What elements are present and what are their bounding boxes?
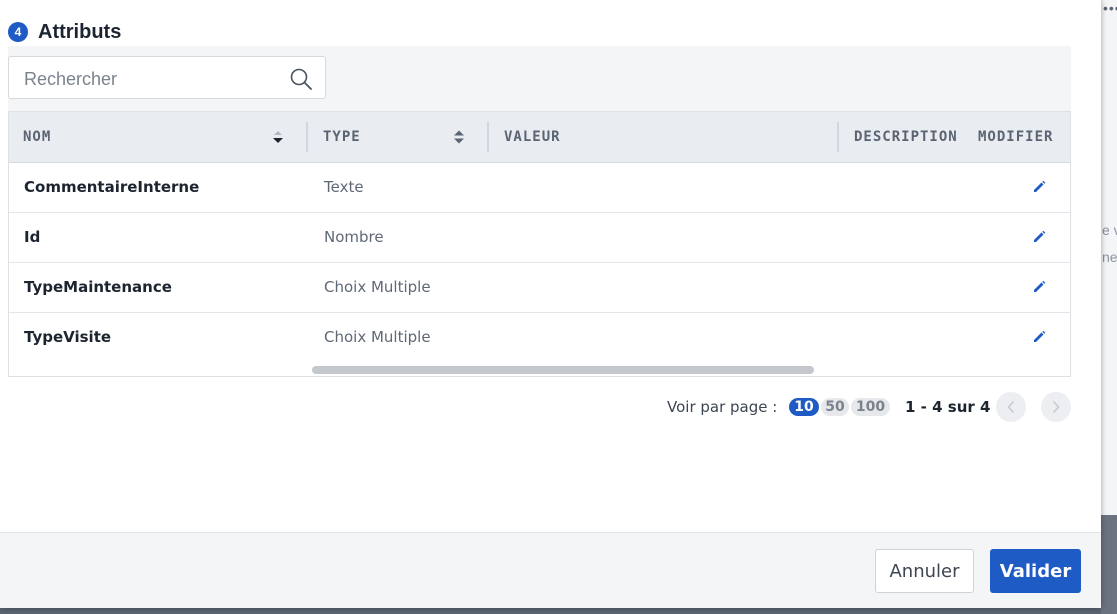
- column-separator: [487, 122, 489, 152]
- column-header-edit: MODIFIER: [978, 129, 1054, 145]
- per-page-options: 10 50 100: [789, 393, 890, 421]
- table-row: CommentaireInterne Texte: [9, 162, 1070, 213]
- column-header-name[interactable]: NOM: [23, 112, 51, 162]
- background-text-fragment: e v: [1102, 222, 1117, 238]
- pencil-icon[interactable]: [1031, 179, 1047, 195]
- column-separator: [306, 122, 308, 152]
- attribute-type: Nombre: [324, 228, 384, 246]
- cancel-button[interactable]: Annuler: [875, 549, 974, 593]
- page-range-text: 1 - 4 sur 4: [905, 398, 991, 416]
- validate-button[interactable]: Valider: [990, 549, 1081, 593]
- attribute-name: Id: [24, 228, 41, 246]
- search-input[interactable]: [22, 65, 281, 93]
- per-page-selector: Voir par page :: [667, 393, 777, 421]
- step-number-badge: 4: [8, 22, 28, 42]
- per-page-option-100[interactable]: 100: [851, 398, 890, 416]
- background-overlay: [1101, 0, 1117, 614]
- search-box: [8, 56, 326, 99]
- table-row: Id Nombre: [9, 212, 1070, 263]
- page-range: 1 - 4 sur 4: [905, 393, 990, 421]
- attribute-type: Choix Multiple: [324, 328, 431, 346]
- background-text-fragment: ne: [1102, 249, 1117, 265]
- section-header: 4 Attributs: [8, 18, 121, 46]
- next-page-button[interactable]: [1041, 392, 1071, 422]
- sort-descending-icon[interactable]: [272, 128, 284, 146]
- attributes-modal: 4 Attributs NOM TYPE VALEUR DESC: [0, 0, 1101, 608]
- attributes-table: NOM TYPE VALEUR DESCRIPTION MODIFIER Com…: [8, 111, 1071, 377]
- modal-footer: Annuler Valider: [0, 532, 1101, 608]
- chevron-left-icon: [1007, 400, 1015, 414]
- sort-icon[interactable]: [453, 128, 465, 146]
- search-icon[interactable]: [289, 67, 313, 91]
- pencil-icon[interactable]: [1031, 329, 1047, 345]
- column-header-value[interactable]: VALEUR: [504, 112, 561, 162]
- per-page-option-10[interactable]: 10: [789, 398, 819, 416]
- attribute-name: CommentaireInterne: [24, 178, 200, 196]
- pencil-icon[interactable]: [1031, 229, 1047, 245]
- table-row: TypeVisite Choix Multiple: [9, 312, 1070, 362]
- section-title: Attributs: [38, 20, 122, 43]
- table-row: TypeMaintenance Choix Multiple: [9, 262, 1070, 313]
- attribute-type: Choix Multiple: [324, 278, 431, 296]
- column-separator: [837, 122, 839, 152]
- horizontal-scrollbar[interactable]: [312, 366, 814, 374]
- per-page-option-50[interactable]: 50: [821, 398, 849, 416]
- background-dots: ••••: [1103, 0, 1117, 16]
- attribute-type: Texte: [324, 178, 364, 196]
- attribute-name: TypeVisite: [24, 328, 112, 346]
- pencil-icon[interactable]: [1031, 279, 1047, 295]
- table-header: NOM TYPE VALEUR DESCRIPTION MODIFIER: [9, 112, 1070, 163]
- column-header-type[interactable]: TYPE: [323, 112, 361, 162]
- attribute-name: TypeMaintenance: [24, 278, 172, 296]
- chevron-right-icon: [1052, 400, 1060, 414]
- per-page-label: Voir par page :: [667, 398, 778, 416]
- column-header-description[interactable]: DESCRIPTION: [854, 112, 958, 162]
- previous-page-button[interactable]: [996, 392, 1026, 422]
